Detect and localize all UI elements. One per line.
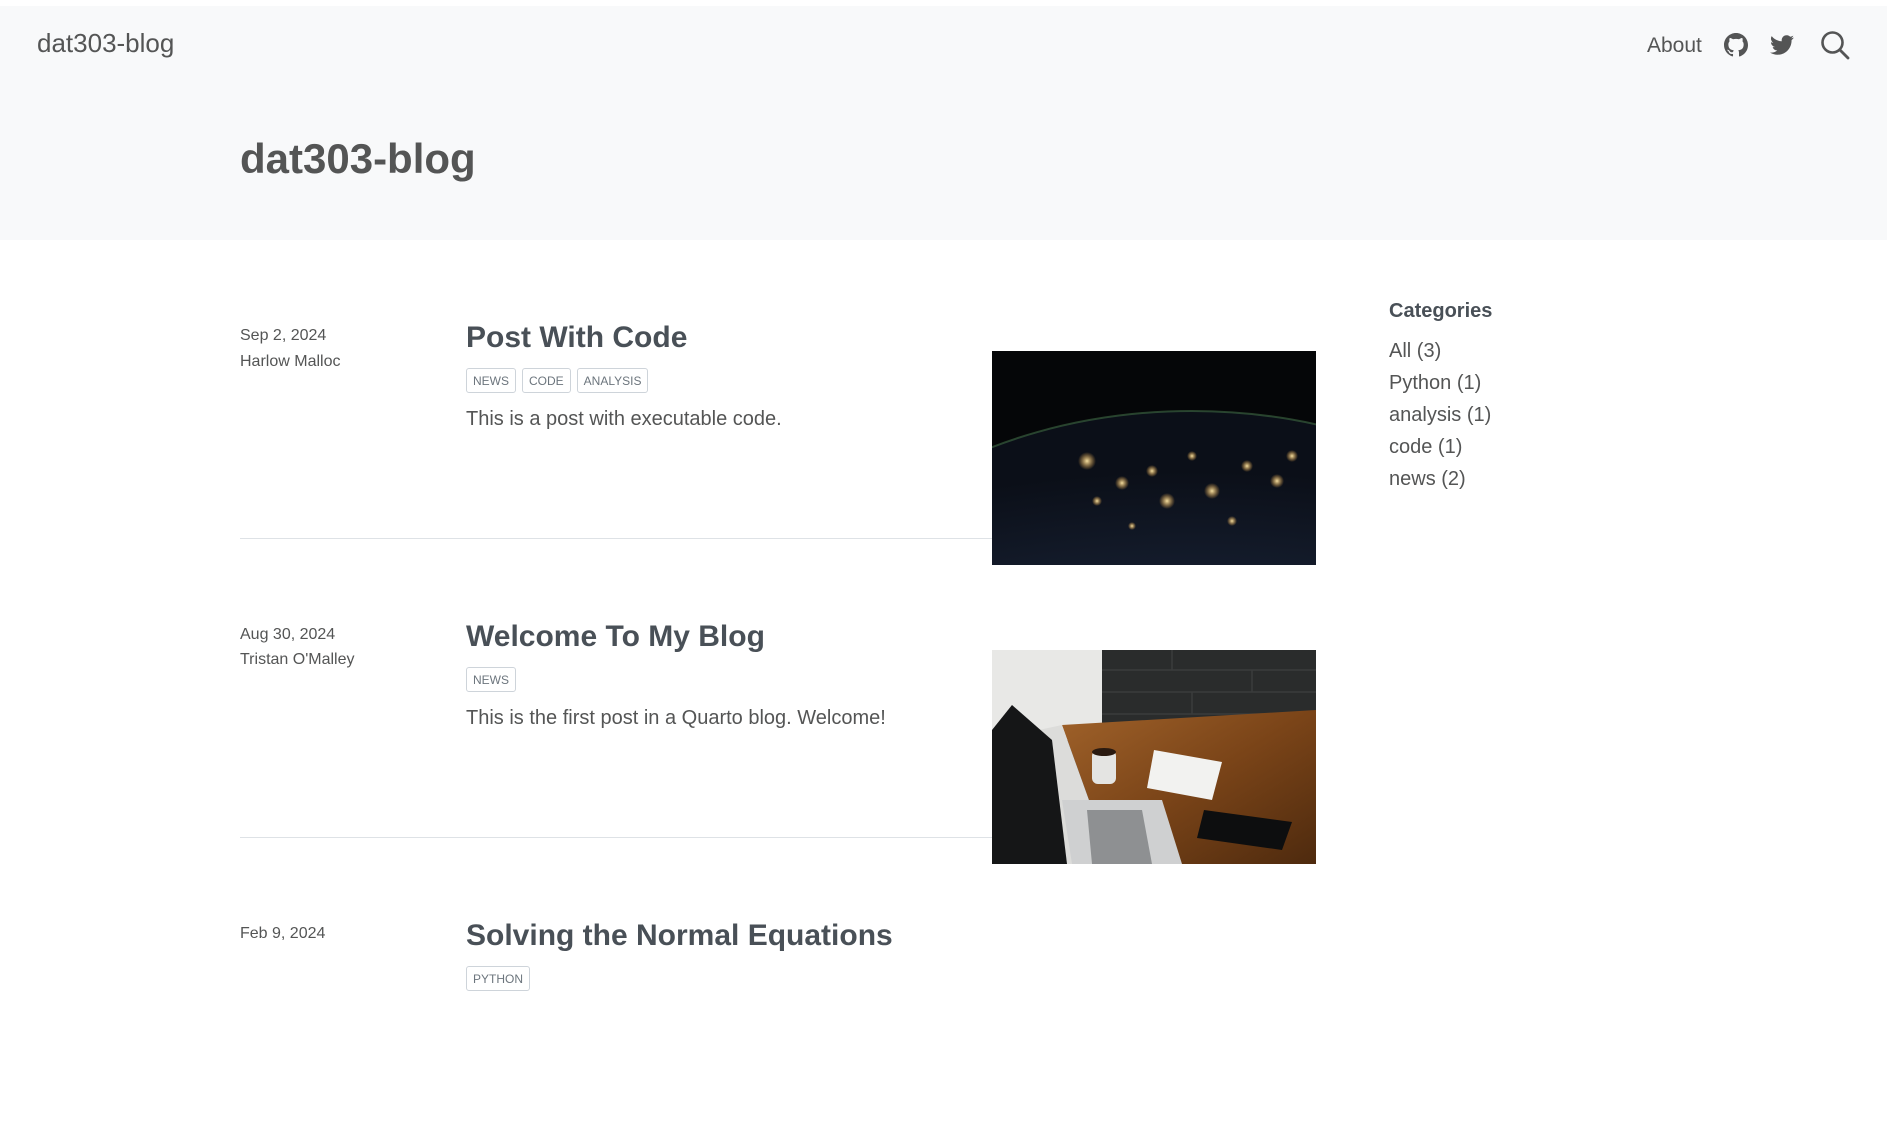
categories-sidebar: Categories All (3) Python (1) analysis (… (1389, 300, 1492, 495)
category-filter-code[interactable]: code (1) (1389, 431, 1492, 463)
post-thumbnail-desk[interactable] (992, 650, 1316, 864)
category-filter-analysis[interactable]: analysis (1) (1389, 399, 1492, 431)
title-block: dat303-blog (0, 84, 1887, 240)
post-item: Sep 2, 2024 Harlow Malloc Post With Code… (240, 240, 1316, 565)
navbar: dat303-blog About (0, 6, 1887, 84)
twitter-icon[interactable] (1769, 32, 1795, 58)
post-date: Sep 2, 2024 (240, 327, 327, 344)
post-categories: NEWS CODE ANALYSIS (466, 368, 649, 393)
category-filter-news[interactable]: news (2) (1389, 463, 1492, 495)
category-filter-all[interactable]: All (3) (1389, 335, 1492, 367)
post-date: Aug 30, 2024 (240, 626, 336, 643)
category-filter-python[interactable]: Python (1) (1389, 367, 1492, 399)
post-thumbnail-earth[interactable] (992, 351, 1316, 565)
nav-about-link[interactable]: About (1647, 34, 1702, 58)
github-icon[interactable] (1723, 32, 1749, 58)
post-categories: NEWS (466, 667, 516, 692)
page-title: dat303-blog (240, 135, 476, 182)
post-item: Aug 30, 2024 Tristan O'Malley Welcome To… (240, 539, 1316, 864)
post-date: Feb 9, 2024 (240, 925, 326, 942)
post-title-link[interactable]: Welcome To My Blog (466, 620, 765, 654)
post-categories: PYTHON (466, 966, 531, 991)
post-description: This is the first post in a Quarto blog.… (466, 707, 886, 729)
post-author: Harlow Malloc (240, 353, 341, 370)
category-badge[interactable]: NEWS (466, 368, 516, 393)
post-description: This is a post with executable code. (466, 408, 782, 430)
category-badge[interactable]: NEWS (466, 667, 516, 692)
post-author: Tristan O'Malley (240, 651, 355, 668)
post-title-link[interactable]: Solving the Normal Equations (466, 919, 893, 953)
categories-heading: Categories (1389, 300, 1493, 322)
category-badge[interactable]: CODE (522, 368, 571, 393)
search-icon[interactable] (1820, 30, 1850, 60)
category-badge[interactable]: ANALYSIS (576, 368, 649, 393)
brand-link[interactable]: dat303-blog (37, 28, 174, 59)
category-badge[interactable]: PYTHON (466, 966, 531, 991)
post-title-link[interactable]: Post With Code (466, 321, 687, 355)
